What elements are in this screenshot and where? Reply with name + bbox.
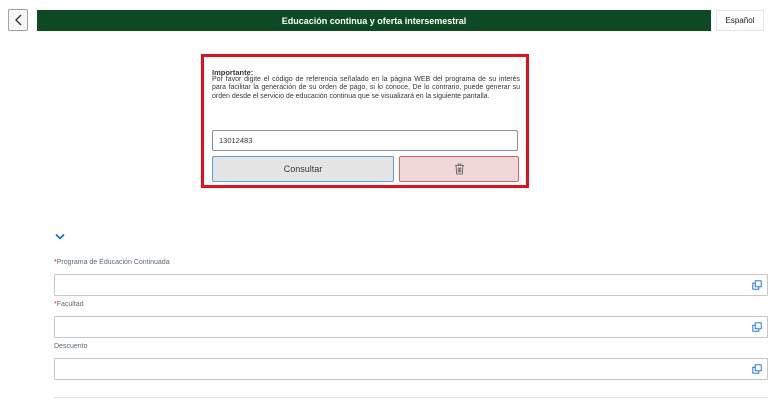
notice-panel: Importante: Por favor digite el código d… [201, 54, 529, 188]
discount-field-label: Descuento [54, 343, 87, 350]
back-button[interactable] [8, 9, 28, 31]
top-bar: Educación continua y oferta intersemestr… [0, 0, 772, 38]
chevron-down-icon[interactable] [55, 233, 65, 240]
title-bar: Educación continua y oferta intersemestr… [37, 10, 711, 31]
section-divider [54, 397, 768, 398]
trash-icon [454, 163, 464, 175]
reference-code-input[interactable] [212, 130, 518, 151]
delete-button[interactable] [399, 156, 519, 182]
faculty-field-label-text: Facultad [56, 301, 84, 308]
consult-button-label: Consultar [283, 164, 323, 174]
value-help-icon[interactable] [752, 280, 762, 290]
faculty-field-input[interactable] [54, 316, 768, 338]
faculty-field-label: *Facultad [54, 301, 84, 308]
page-title: Educación continua y oferta intersemestr… [281, 15, 467, 26]
consult-button[interactable]: Consultar [212, 156, 394, 182]
program-field-label-text: Programa de Educación Continuada [56, 259, 170, 266]
value-help-icon[interactable] [752, 322, 762, 332]
program-field-input[interactable] [54, 274, 768, 296]
language-button[interactable]: Español [716, 10, 764, 31]
chevron-left-icon [14, 14, 21, 26]
value-help-icon[interactable] [752, 364, 762, 374]
program-field-label: *Programa de Educación Continuada [54, 259, 170, 266]
notice-body: Por favor digite el código de referencia… [212, 76, 520, 100]
discount-field-label-text: Descuento [54, 343, 88, 350]
discount-field-input[interactable] [54, 358, 768, 380]
